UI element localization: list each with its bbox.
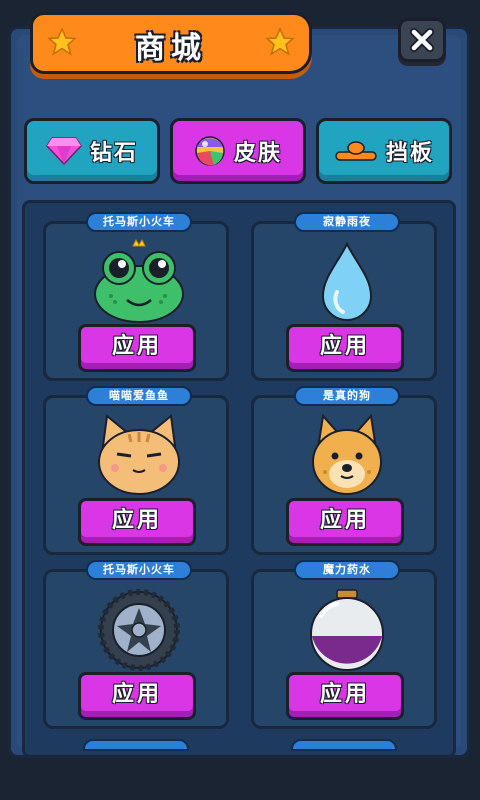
apply-button[interactable]: 应用 bbox=[286, 672, 404, 720]
skin-card: 托马斯小火车 应用 bbox=[43, 212, 229, 381]
paddle-icon bbox=[335, 141, 377, 161]
apply-button[interactable]: 应用 bbox=[78, 498, 196, 546]
skin-card: 寂静雨夜 应用 bbox=[251, 212, 437, 381]
skin-card: 是真的狗 应用 bbox=[251, 386, 437, 555]
diamond-icon bbox=[46, 137, 82, 166]
skin-name: 是真的狗 bbox=[294, 386, 400, 406]
tab-label: 钻石 bbox=[89, 141, 138, 166]
skin-card: 喵喵爱鱼鱼 应用 bbox=[43, 386, 229, 555]
rainbow-ball-icon bbox=[195, 136, 225, 166]
skins-grid[interactable]: 托马斯小火车 应用 寂静雨夜 应用 喵喵爱鱼鱼 应用 是真的狗 应用 托马斯小火… bbox=[22, 200, 456, 758]
close-icon bbox=[410, 28, 434, 52]
apply-button[interactable]: 应用 bbox=[78, 324, 196, 372]
tab-paddle[interactable]: 挡板 bbox=[316, 118, 452, 184]
potion-icon bbox=[310, 589, 384, 671]
cat-icon bbox=[98, 414, 180, 495]
skin-name: 托马斯小火车 bbox=[86, 212, 192, 232]
apply-button[interactable]: 应用 bbox=[286, 498, 404, 546]
close-button[interactable] bbox=[398, 18, 446, 62]
tab-diamond[interactable]: 钻石 bbox=[24, 118, 160, 184]
apply-button[interactable]: 应用 bbox=[78, 672, 196, 720]
partial-card-label bbox=[83, 739, 189, 751]
dog-icon bbox=[312, 413, 382, 495]
tab-label: 挡板 bbox=[385, 141, 434, 166]
star-icon bbox=[265, 27, 295, 56]
skin-card: 托马斯小火车 应用 bbox=[43, 560, 229, 729]
apply-button[interactable]: 应用 bbox=[286, 324, 404, 372]
skin-card: 魔力药水 应用 bbox=[251, 560, 437, 729]
tab-label: 皮肤 bbox=[233, 141, 282, 166]
skin-name: 托马斯小火车 bbox=[86, 560, 192, 580]
skin-name: 寂静雨夜 bbox=[294, 212, 400, 232]
water-drop-icon bbox=[321, 241, 373, 321]
partial-card-label bbox=[291, 739, 397, 751]
title-banner: 商城 bbox=[30, 12, 312, 74]
skin-name: 魔力药水 bbox=[294, 560, 400, 580]
frog-icon bbox=[94, 238, 184, 323]
skin-name: 喵喵爱鱼鱼 bbox=[86, 386, 192, 406]
tab-skin[interactable]: 皮肤 bbox=[170, 118, 306, 184]
wheel-icon bbox=[98, 589, 180, 671]
